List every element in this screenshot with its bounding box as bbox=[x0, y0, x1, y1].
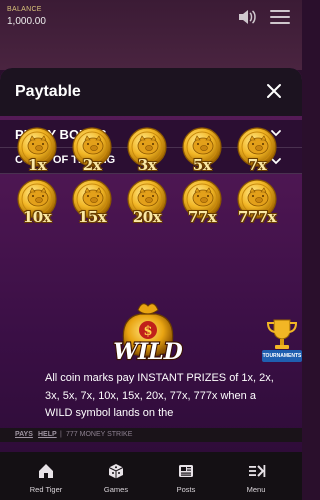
coin-multiplier-label: 20x bbox=[132, 208, 162, 226]
coin-multiplier-label: 3x bbox=[137, 156, 157, 174]
svg-text:$: $ bbox=[143, 324, 152, 339]
coin-multiplier: 77x bbox=[178, 179, 226, 229]
coin-multiplier-label: 7x bbox=[247, 156, 267, 174]
coin-multiplier: 5x bbox=[178, 127, 226, 177]
coin-multiplier-label: 2x bbox=[82, 156, 102, 174]
paytable-header: Paytable bbox=[0, 68, 302, 116]
tournaments-label: TOURNAMENTS bbox=[262, 350, 302, 362]
home-icon bbox=[39, 464, 53, 478]
footer-separator: | bbox=[60, 431, 62, 438]
menu-arrow-icon bbox=[249, 465, 266, 477]
bottom-nav: Red Tiger Games Posts Menu bbox=[0, 452, 302, 500]
coin-multiplier: 1x bbox=[13, 127, 61, 177]
coin-multiplier: 15x bbox=[68, 179, 116, 229]
speaker-icon[interactable] bbox=[238, 9, 256, 25]
coin-multiplier-label: 5x bbox=[192, 156, 212, 174]
close-icon[interactable] bbox=[266, 83, 282, 99]
nav-posts[interactable]: Posts bbox=[156, 452, 216, 500]
coin-multiplier-label: 77x bbox=[187, 208, 217, 226]
coin-multiplier: 3x bbox=[123, 127, 171, 177]
coin-multiplier: 2x bbox=[68, 127, 116, 177]
wild-label: WILD bbox=[113, 339, 183, 365]
footer-links: PAYS HELP | 777 MONEY STRIKE bbox=[0, 428, 302, 442]
nav-label: Menu bbox=[246, 485, 266, 494]
wild-symbol: $ WILD bbox=[112, 303, 184, 366]
nav-red-tiger[interactable]: Red Tiger bbox=[16, 452, 76, 500]
balance-value: 1,000.00 bbox=[7, 16, 46, 27]
nav-label: Posts bbox=[176, 485, 196, 494]
nav-label: Games bbox=[103, 485, 129, 494]
coin-multiplier: 7x bbox=[233, 127, 281, 177]
nav-games[interactable]: Games bbox=[86, 452, 146, 500]
nav-menu[interactable]: Menu bbox=[226, 452, 286, 500]
pays-link[interactable]: PAYS bbox=[15, 431, 33, 438]
game-top-bar: BALANCE 1,000.00 bbox=[0, 0, 302, 70]
cube-icon bbox=[108, 464, 124, 479]
coin-multiplier-label: 777x bbox=[237, 208, 277, 226]
coin-multiplier-label: 10x bbox=[22, 208, 52, 226]
balance-label: BALANCE bbox=[7, 6, 42, 13]
coin-multiplier-label: 15x bbox=[77, 208, 107, 226]
coin-multiplier: 20x bbox=[123, 179, 171, 229]
help-link[interactable]: HELP bbox=[38, 431, 57, 438]
coin-multiplier: 10x bbox=[13, 179, 61, 229]
coin-multiplier-label: 1x bbox=[27, 156, 47, 174]
game-name: 777 MONEY STRIKE bbox=[66, 431, 133, 438]
hamburger-icon[interactable] bbox=[270, 10, 290, 24]
trophy-icon bbox=[266, 319, 298, 349]
paytable-title: Paytable bbox=[15, 83, 81, 100]
nav-label: Red Tiger bbox=[29, 485, 63, 494]
coin-multiplier: 777x bbox=[233, 179, 281, 229]
tournaments-button[interactable]: TOURNAMENTS bbox=[262, 316, 302, 368]
newspaper-icon bbox=[179, 465, 193, 477]
coin-description: All coin marks pay INSTANT PRIZES of 1x,… bbox=[45, 372, 274, 419]
